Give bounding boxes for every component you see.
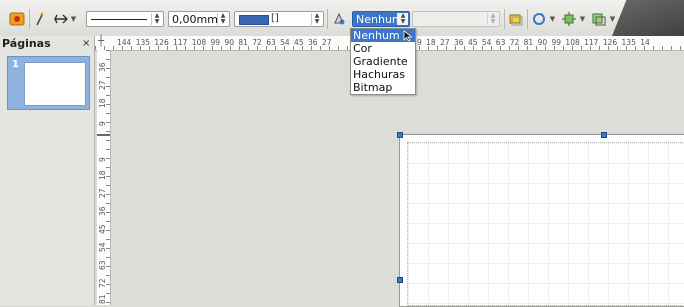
toolbar-separator xyxy=(327,9,328,29)
line-and-filling-toolbar: ▼ ▲ ▼ 0,00mm ▲ ▼ [] ▲ ▼ Nenhum ▲ ▼ ▲ ▼ ▼ ▼ ▼ xyxy=(0,0,684,37)
shadow-icon[interactable] xyxy=(508,11,524,27)
selection-handle[interactable] xyxy=(397,277,403,283)
line-color-select[interactable]: [] ▲ ▼ xyxy=(234,11,324,27)
area-style-option-gradient[interactable]: Gradiente xyxy=(351,55,415,68)
area-fill-select[interactable]: ▲ ▼ xyxy=(412,11,500,27)
selection-handle[interactable] xyxy=(601,132,607,138)
window-decoration xyxy=(612,0,684,36)
rotate-dropdown-icon[interactable]: ▼ xyxy=(549,11,556,27)
line-style-preview xyxy=(91,19,147,20)
vertical-ruler[interactable]: 9 18 27 36 9 18 27 36 45 54 63 72 81 xyxy=(97,50,111,305)
page-thumbnail-number: 1 xyxy=(12,59,19,70)
line-style-select[interactable]: ▲ ▼ xyxy=(86,11,164,27)
area-style-select[interactable]: Nenhum ▲ ▼ xyxy=(352,11,410,27)
vertical-ruler-ticks xyxy=(106,50,110,305)
drawing-page[interactable] xyxy=(397,132,684,307)
line-color-label: [] xyxy=(271,13,279,24)
rotate-icon[interactable] xyxy=(531,11,547,27)
mouse-pointer-icon xyxy=(403,30,413,45)
line-width-field[interactable]: 0,00mm ▲ ▼ xyxy=(168,11,230,27)
arrange-icon[interactable] xyxy=(591,11,607,27)
page-thumbnail-preview xyxy=(24,62,86,106)
arrange-dropdown-icon[interactable]: ▼ xyxy=(609,11,616,27)
arrow-style-dropdown-icon[interactable]: ▼ xyxy=(70,11,77,27)
line-width-spin-icon[interactable]: ▲ ▼ xyxy=(217,13,228,25)
area-fill-spin-icon[interactable]: ▲ ▼ xyxy=(487,13,498,25)
toolbar-separator xyxy=(504,9,505,29)
close-icon[interactable]: × xyxy=(82,38,90,49)
area-style-value: Nenhum xyxy=(356,13,403,26)
selection-handle[interactable] xyxy=(397,132,403,138)
line-width-value: 0,00mm xyxy=(172,13,218,26)
area-style-spin-icon[interactable]: ▲ ▼ xyxy=(397,13,408,25)
toolbar-separator xyxy=(527,9,528,29)
pages-panel-title: Páginas xyxy=(2,37,51,50)
area-style-option-hatching[interactable]: Hachuras xyxy=(351,68,415,81)
line-color-swatch xyxy=(239,15,269,25)
page-thumbnail-1[interactable]: 1 xyxy=(7,56,90,110)
toolbar-separator xyxy=(29,9,30,29)
area-style-option-bitmap[interactable]: Bitmap xyxy=(351,81,415,94)
align-icon[interactable] xyxy=(561,11,577,27)
area-icon[interactable] xyxy=(331,11,347,27)
line-ends-icon[interactable] xyxy=(34,11,50,27)
align-dropdown-icon[interactable]: ▼ xyxy=(579,11,586,27)
arrow-style-icon[interactable] xyxy=(53,11,69,27)
line-style-spin-icon[interactable]: ▲ ▼ xyxy=(151,13,162,25)
line-color-spin-icon[interactable]: ▲ ▼ xyxy=(311,13,322,25)
page-grid xyxy=(407,142,684,306)
pages-panel: Páginas × 1 xyxy=(0,36,95,305)
style-icon[interactable] xyxy=(9,11,25,27)
